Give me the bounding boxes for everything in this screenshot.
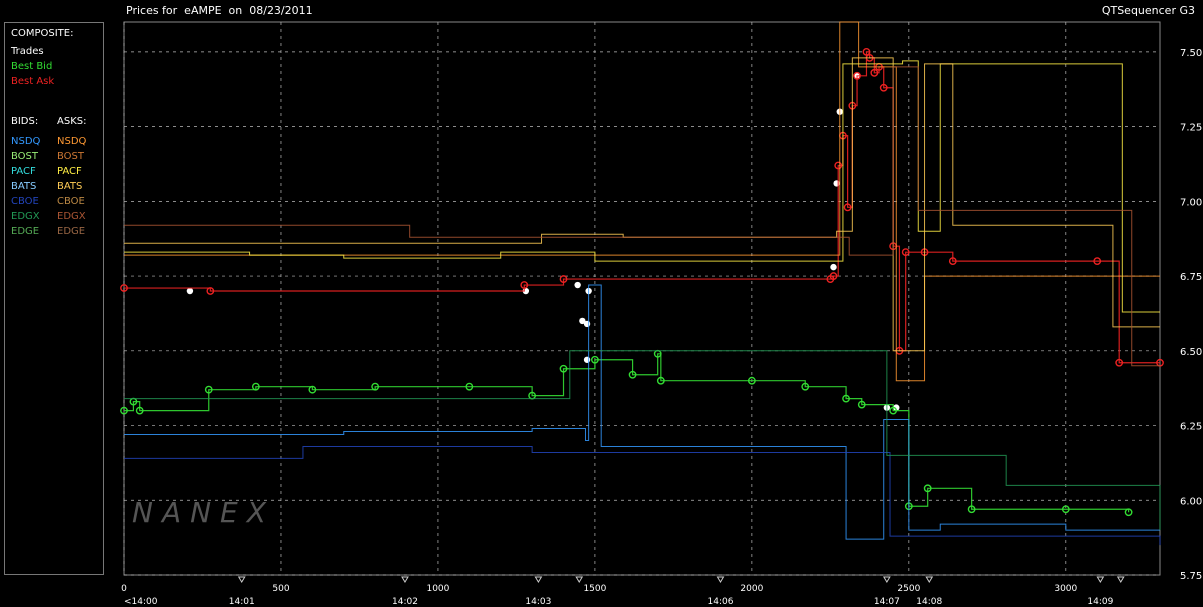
trade-point (833, 180, 840, 187)
time-marker (534, 576, 543, 583)
series-line-nsdq-bid (124, 284, 1160, 540)
series-line-best-ask (124, 51, 1160, 364)
time-label: 14:07 (874, 597, 900, 607)
time-marker (401, 576, 409, 583)
time-marker (882, 576, 891, 583)
y-tick-label: 7.50 (1180, 48, 1202, 59)
time-marker (1096, 576, 1105, 583)
trade-point (830, 263, 837, 271)
time-label: 14:06 (708, 597, 734, 607)
series-line-bats-ask (124, 57, 1160, 352)
y-tick-label: 6.00 (1180, 496, 1202, 507)
time-marker (237, 576, 246, 583)
time-label: <14:00 (124, 597, 158, 607)
watermark-logo: NANEX (132, 496, 275, 529)
x-tick-label: 0 (121, 584, 127, 594)
time-marker (575, 576, 584, 583)
x-tick-label: 1000 (426, 584, 449, 594)
time-label: 14:01 (229, 597, 255, 607)
trade-point (583, 320, 591, 328)
trade-point (583, 356, 591, 363)
trade-point (186, 287, 194, 295)
x-tick-label: 2000 (740, 584, 763, 594)
trade-point (574, 281, 581, 289)
x-tick-label: 2500 (897, 584, 920, 594)
y-tick-label: 7.00 (1180, 197, 1202, 208)
y-tick-label: 6.75 (1180, 272, 1202, 283)
time-marker (716, 576, 725, 583)
y-tick-label: 6.25 (1180, 422, 1202, 433)
series-line-edgx-ask (124, 66, 1160, 367)
plot-frame (123, 21, 1161, 576)
x-tick-label: 1500 (583, 584, 606, 594)
time-label: 14:09 (1087, 597, 1113, 607)
series-line-edgx-bid (124, 350, 1161, 531)
y-tick-label: 5.75 (1180, 571, 1202, 582)
time-marker (925, 576, 934, 583)
time-marker (1116, 576, 1125, 583)
series-line-cboe-bid (124, 445, 1161, 546)
time-label: 14:02 (392, 597, 418, 607)
series-line-best-bid (124, 353, 1130, 513)
y-tick-label: 7.25 (1180, 123, 1202, 134)
x-tick-label: 500 (272, 584, 289, 594)
y-tick-label: 6.50 (1180, 347, 1202, 358)
series-line-pacf-ask (124, 60, 1160, 313)
time-label: 14:08 (916, 597, 942, 607)
time-label: 14:03 (525, 597, 551, 607)
x-tick-label: 3000 (1054, 584, 1077, 594)
